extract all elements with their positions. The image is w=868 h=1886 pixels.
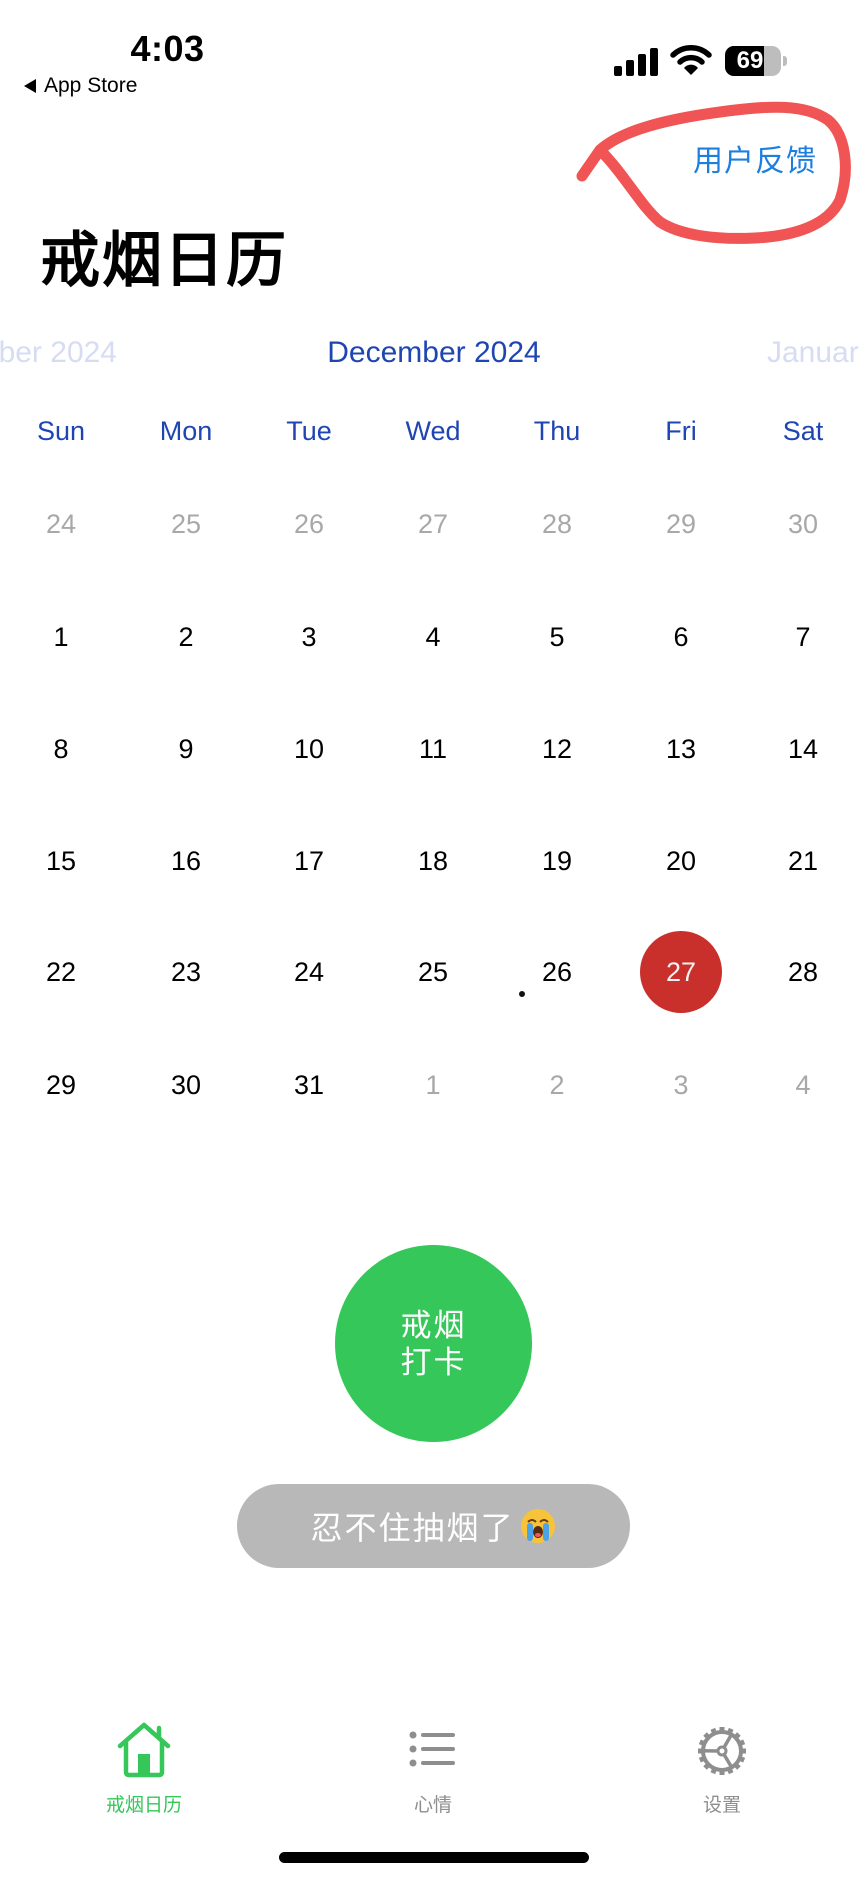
wifi-icon (670, 45, 712, 75)
calendar-day-outside-month[interactable]: 2 (512, 1040, 602, 1130)
weekday-label: Tue (286, 416, 332, 446)
battery-percent: 69 (736, 47, 764, 74)
calendar-day[interactable]: 5 (512, 592, 602, 682)
back-label: App Store (44, 74, 138, 97)
calendar-day[interactable]: 14 (758, 704, 848, 794)
calendar-day[interactable]: 10 (264, 704, 354, 794)
calendar-day[interactable]: 9 (141, 704, 231, 794)
relapse-button[interactable]: 忍不住抽烟了 (237, 1484, 630, 1568)
weekday-label: Fri (665, 416, 697, 446)
weekday-label: Wed (405, 416, 461, 446)
tab-mood[interactable]: 心情 (353, 1722, 513, 1817)
calendar-day[interactable]: 18 (388, 816, 478, 906)
tab-quit-calendar[interactable]: 戒烟日历 (64, 1722, 224, 1817)
calendar-day[interactable]: 24 (264, 927, 354, 1017)
checkin-label-line2: 打卡 (400, 1344, 467, 1380)
calendar-day-outside-month[interactable]: 1 (388, 1040, 478, 1130)
calendar-day-outside-month[interactable]: 29 (636, 479, 726, 569)
gear-icon (698, 1727, 746, 1775)
battery-indicator: 69 (725, 46, 787, 76)
tab-label: 戒烟日历 (105, 1795, 182, 1816)
calendar-day[interactable]: 16 (141, 816, 231, 906)
tab-label: 心情 (413, 1795, 452, 1816)
calendar-day[interactable]: 2 (141, 592, 231, 682)
calendar-day[interactable]: 31 (264, 1040, 354, 1130)
relapse-label: 忍不住抽烟了 (310, 1510, 515, 1546)
calendar-day[interactable]: 13 (636, 704, 726, 794)
battery-tip (783, 56, 787, 66)
calendar-day[interactable]: 21 (758, 816, 848, 906)
calendar-day[interactable]: 1 (16, 592, 106, 682)
calendar-day[interactable]: 20 (636, 816, 726, 906)
calendar-day-outside-month[interactable]: 25 (141, 479, 231, 569)
calendar-day[interactable]: 26 (512, 927, 602, 1017)
quit-smoking-checkin-button[interactable]: 戒烟 打卡 (335, 1245, 532, 1442)
calendar-day[interactable]: 3 (264, 592, 354, 682)
calendar-day[interactable]: 23 (141, 927, 231, 1017)
tab-settings[interactable]: 设置 (642, 1722, 802, 1817)
calendar-day-outside-month[interactable]: 26 (264, 479, 354, 569)
calendar-day[interactable]: 19 (512, 816, 602, 906)
calendar-day[interactable]: 29 (16, 1040, 106, 1130)
list-icon (409, 1731, 455, 1767)
status-time: 4:03 (130, 28, 205, 69)
current-month-label: December 2024 (327, 336, 541, 369)
weekday-label: Mon (159, 416, 213, 446)
weekday-label: Sat (782, 416, 824, 446)
calendar-day[interactable]: 25 (388, 927, 478, 1017)
calendar-day-outside-month[interactable]: 24 (16, 479, 106, 569)
calendar-day-outside-month[interactable]: 30 (758, 479, 848, 569)
calendar-day-outside-month[interactable]: 27 (388, 479, 478, 569)
calendar-day[interactable]: 22 (16, 927, 106, 1017)
user-feedback-link[interactable]: 用户反馈 (693, 136, 817, 180)
calendar-day[interactable]: 8 (16, 704, 106, 794)
next-month-label[interactable]: Januar (767, 336, 859, 370)
calendar-day-selected[interactable]: 27 (640, 931, 722, 1013)
calendar-day[interactable]: 15 (16, 816, 106, 906)
back-to-app-store[interactable]: App Store (24, 74, 137, 98)
calendar-day[interactable]: 4 (388, 592, 478, 682)
weekday-label: Thu (533, 416, 581, 446)
back-arrow-icon (24, 79, 36, 93)
home-indicator (279, 1852, 589, 1863)
calendar-day-outside-month[interactable]: 4 (758, 1040, 848, 1130)
loudly-crying-face-icon (520, 1509, 555, 1543)
weekday-label: Sun (36, 416, 86, 446)
tab-label: 设置 (702, 1795, 741, 1816)
event-dot-marker (519, 991, 525, 997)
calendar-day[interactable]: 30 (141, 1040, 231, 1130)
page-title: 戒烟日历 (40, 227, 288, 294)
calendar-day[interactable]: 12 (512, 704, 602, 794)
checkin-label-line1: 戒烟 (400, 1307, 467, 1343)
calendar-day[interactable]: 7 (758, 592, 848, 682)
calendar-day[interactable]: 17 (264, 816, 354, 906)
calendar-day-outside-month[interactable]: 28 (512, 479, 602, 569)
calendar-day[interactable]: 6 (636, 592, 726, 682)
home-icon (117, 1722, 171, 1778)
calendar-day-outside-month[interactable]: 3 (636, 1040, 726, 1130)
calendar-day[interactable]: 28 (758, 927, 848, 1017)
calendar-day[interactable]: 11 (388, 704, 478, 794)
cellular-signal-icon (614, 48, 658, 76)
